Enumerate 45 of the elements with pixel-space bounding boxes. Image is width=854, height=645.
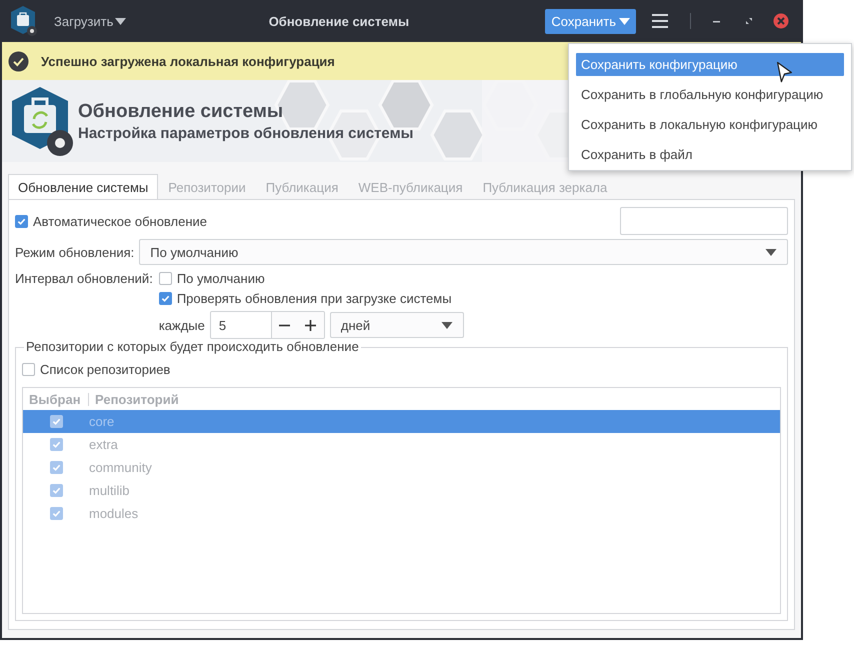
app-logo-icon [10,85,74,157]
caret-icon [440,322,453,328]
save-button[interactable]: Сохранить [545,8,636,34]
menu-item[interactable]: Сохранить в файл [576,143,844,166]
caret-icon [765,248,777,256]
group-title: Репозитории с которых будет происходить обновление [24,339,361,354]
tab[interactable]: Публикация зеркала [472,174,618,199]
load-button[interactable]: Загрузить [48,10,132,32]
page-title: Обновление системы [78,100,284,122]
maximize-icon [745,17,753,25]
menu-item[interactable]: Сохранить конфигурацию [576,53,844,76]
column-header: Выбран [23,392,89,406]
caret-icon [619,18,630,24]
checkbox-label: Проверять обновления при загрузке системы [176,291,452,306]
plus-icon [305,320,316,330]
checkbox-label: Список репозиториев [40,362,170,377]
checkmark-icon [8,50,29,72]
tab[interactable]: WEB-публикация [348,174,473,199]
caret-icon [115,18,126,24]
page-subtitle: Настройка параметров обновления системы [78,124,414,142]
tab[interactable]: Публикация [256,174,348,199]
input-field[interactable] [620,207,788,235]
cursor-icon [776,61,793,84]
field-label: Режим обновления: [15,244,134,260]
field-label: Интервал обновлений: [15,271,153,288]
notification-text: Успешно загружена локальная конфигурация [41,54,335,68]
checkbox[interactable] [158,292,172,305]
dropdown[interactable]: По умолчанию [139,239,788,265]
spin-box[interactable]: 5 [210,311,325,339]
decrement-button[interactable] [272,312,298,338]
checkbox[interactable] [158,272,172,285]
column-header: Репозиторий [94,392,179,406]
dropdown[interactable]: дней [330,312,464,338]
menu-icon[interactable] [652,14,668,28]
checkbox-label: Автоматическое обновление [33,214,208,228]
field-label: каждые [158,318,205,332]
menu-item[interactable]: Сохранить в глобальную конфигурацию [576,83,844,106]
tab[interactable]: Репозитории [158,174,256,199]
app-icon [10,5,40,37]
increment-button[interactable] [298,312,324,338]
window-title: Обновление системы [268,14,410,28]
checkbox[interactable] [15,214,28,228]
checkbox-label: По умолчанию [176,271,265,286]
menu-item[interactable]: Сохранить в локальную конфигурацию [576,113,844,136]
tab[interactable]: Обновление системы [8,174,158,199]
